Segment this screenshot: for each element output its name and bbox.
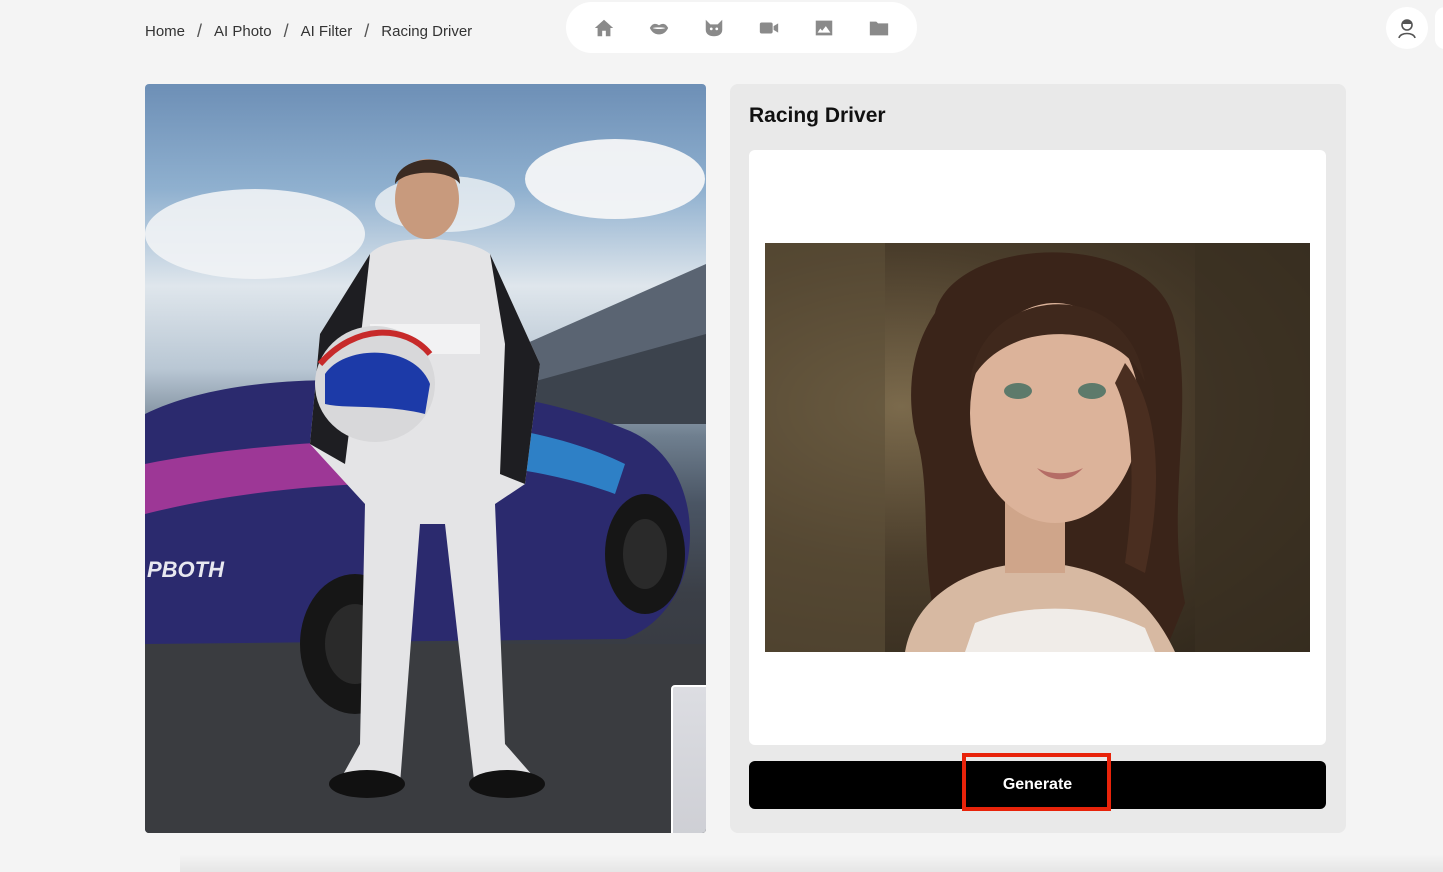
nav-folder-button[interactable] [862, 11, 896, 45]
source-face-thumbnail[interactable] [671, 685, 706, 833]
user-avatar-icon [1398, 19, 1416, 39]
uploaded-portrait-image [765, 243, 1310, 652]
template-scene: PBOTH [145, 139, 706, 833]
breadcrumb-home[interactable]: Home [145, 23, 185, 40]
uploaded-portrait-scene [765, 243, 1310, 652]
generate-button-label: Generate [1002, 776, 1073, 793]
generate-button[interactable]: Generate [749, 761, 1326, 809]
image-icon [815, 20, 833, 35]
nav-lips-button[interactable] [642, 11, 676, 45]
breadcrumb-ai-photo[interactable]: AI Photo [214, 23, 272, 40]
breadcrumb-racing-driver: Racing Driver [381, 22, 473, 40]
nav-image-button[interactable] [807, 11, 841, 45]
breadcrumb-separator: / [197, 20, 203, 41]
folder-icon [870, 21, 889, 35]
car-livery-text: PBOTH [147, 557, 225, 582]
filter-panel: Racing Driver Generate [730, 84, 1346, 833]
nav-cat-button[interactable] [697, 11, 731, 45]
upload-area[interactable] [749, 150, 1326, 745]
racing-driver-template-image: PBOTH [145, 84, 706, 833]
cloud [525, 139, 705, 219]
track-ground [145, 644, 706, 833]
breadcrumb: Home / AI Photo / AI Filter / Racing Dri… [145, 20, 472, 42]
page-bottom-shadow [180, 854, 1443, 872]
nav-video-button[interactable] [752, 11, 786, 45]
video-icon [759, 22, 779, 33]
home-icon [594, 19, 613, 36]
panel-title: Racing Driver [749, 104, 886, 127]
breadcrumb-ai-filter[interactable]: AI Filter [301, 23, 353, 40]
tool-nav [566, 2, 917, 53]
header-edge-tab[interactable] [1435, 7, 1443, 49]
breadcrumb-separator: / [364, 20, 370, 41]
cat-icon [705, 19, 723, 36]
cloud [145, 189, 365, 279]
source-face-scene [673, 687, 706, 833]
breadcrumb-separator: / [283, 20, 289, 41]
nav-home-button[interactable] [587, 11, 621, 45]
lips-icon [649, 23, 668, 34]
user-avatar-button[interactable] [1386, 7, 1428, 49]
